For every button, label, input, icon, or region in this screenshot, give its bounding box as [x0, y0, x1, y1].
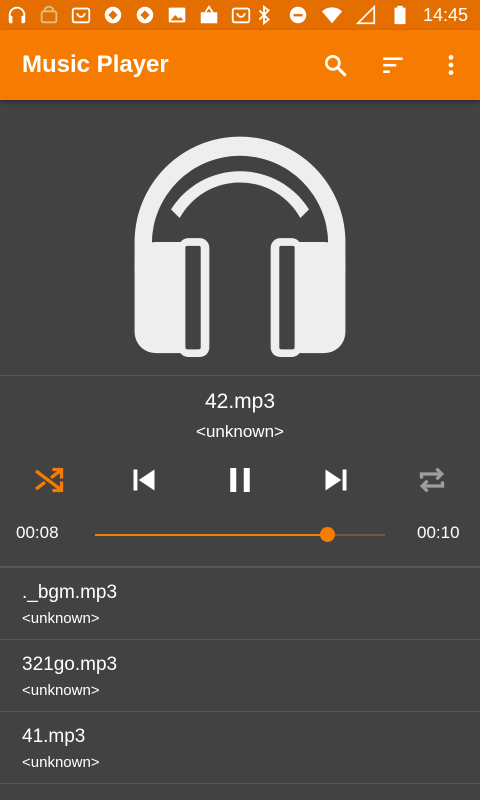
more-vert-icon [448, 55, 454, 75]
more-options-button[interactable] [422, 37, 480, 93]
pause-icon [230, 468, 250, 492]
seek-progress [95, 534, 327, 536]
shuffle-icon [35, 467, 64, 493]
track-title: ._bgm.mp3 [22, 582, 118, 603]
album-art [0, 100, 480, 376]
status-bar: 14:45 [0, 0, 480, 30]
image-icon [166, 4, 188, 26]
track-title: 321go.mp3 [22, 654, 118, 675]
playlist-item[interactable]: 321go.mp3 <unknown> [0, 639, 480, 711]
now-playing-artist: <unknown> [196, 422, 284, 441]
divider [0, 375, 480, 376]
battery-icon [389, 4, 411, 26]
playlist-item[interactable]: 41.mp3 <unknown> [0, 711, 480, 783]
skip-previous-icon [133, 469, 155, 491]
app-icon [134, 4, 156, 26]
briefcase-icon [198, 4, 220, 26]
app-title: Music Player [22, 51, 169, 78]
sort-icon [383, 57, 403, 74]
bluetooth-icon [253, 4, 275, 26]
skip-next-icon [325, 469, 347, 491]
shopping-icon [230, 4, 252, 26]
headphones-icon [134, 136, 346, 357]
track-artist: <unknown> [22, 682, 100, 699]
previous-button[interactable] [116, 452, 172, 508]
android-debug-icon [38, 4, 60, 26]
repeat-button[interactable] [404, 452, 460, 508]
signal-icon [355, 4, 377, 26]
track-title: 41.mp3 [22, 726, 86, 747]
playback-controls [0, 452, 480, 508]
repeat-icon [419, 467, 445, 493]
seek-bar[interactable] [95, 527, 385, 542]
elapsed-time: 00:08 [16, 523, 59, 542]
clock: 14:45 [422, 4, 468, 25]
notification-icons [6, 4, 252, 26]
now-playing-title: 42.mp3 [204, 390, 276, 413]
app-bar-actions [306, 37, 480, 93]
playlist-item[interactable]: ._bgm.mp3 <unknown> [0, 567, 480, 639]
sort-button[interactable] [364, 37, 422, 93]
divider [0, 783, 480, 784]
playlist: ._bgm.mp3 <unknown> 321go.mp3 <unknown> … [0, 567, 480, 783]
headphones-icon [6, 4, 28, 26]
app-icon [102, 4, 124, 26]
search-icon [324, 54, 347, 77]
system-icons: 14:45 [253, 4, 474, 26]
do-not-disturb-icon [287, 4, 309, 26]
pause-button[interactable] [212, 452, 268, 508]
wifi-icon [321, 4, 343, 26]
track-artist: <unknown> [22, 754, 100, 771]
track-artist: <unknown> [22, 610, 100, 627]
seek-thumb[interactable] [320, 527, 335, 542]
search-button[interactable] [306, 37, 364, 93]
total-duration: 00:10 [417, 523, 460, 542]
next-button[interactable] [308, 452, 364, 508]
app-bar: Music Player [0, 30, 480, 100]
shuffle-button[interactable] [20, 452, 76, 508]
shopping-icon [70, 4, 92, 26]
